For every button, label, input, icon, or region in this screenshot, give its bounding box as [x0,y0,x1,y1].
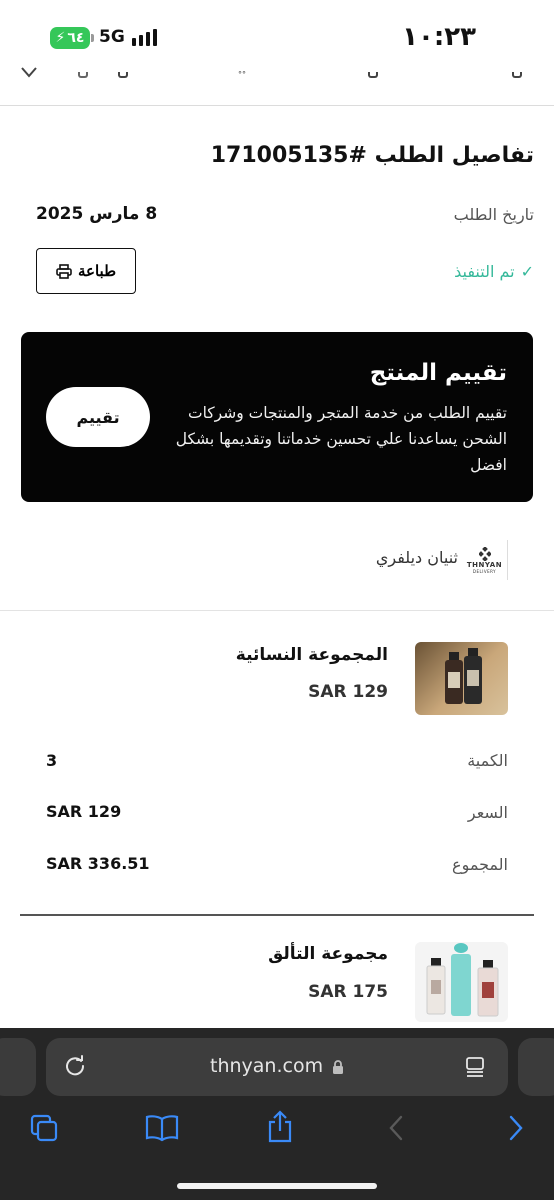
charging-bolt-icon: ⚡ [55,30,66,46]
rating-description: تقييم الطلب من خدمة المتجر والمنتجات وشر… [175,404,507,474]
forward-icon[interactable] [506,1113,526,1143]
perfume-bottles-image [426,943,499,1017]
tabs-icon[interactable] [29,1113,59,1143]
print-button[interactable]: طباعة [36,248,136,294]
product-price: SAR 175 [308,982,388,1002]
nav-fragment [78,72,88,78]
lock-icon [333,1060,343,1074]
rate-button[interactable]: تقييم [46,387,150,447]
product-name[interactable]: مجموعة التألق [268,944,388,964]
order-status: ✓ تم التنفيذ [454,262,534,281]
divider [20,914,534,916]
battery-tip [91,34,94,42]
printer-icon [56,263,72,279]
order-date-label: تاريخ الطلب [453,205,534,224]
total-value: SAR 336.51 [46,854,150,873]
network-type: 5G [99,27,125,47]
rating-card: تقييم المنتج تقييم الطلب من خدمة المتجر … [21,332,533,502]
product-name[interactable]: المجموعة النسائية [236,645,388,665]
store-name[interactable]: ثنيان ديلفري [376,548,458,567]
product-price: SAR 129 [308,682,388,702]
divider [0,610,554,611]
dots-icon: °° [238,70,246,79]
store-logo: THNYAN DELIVERY [462,540,508,580]
rating-title: تقييم المنتج [369,360,507,386]
page-title: تفاصيل الطلب #171005135 [210,143,534,168]
logo-emblem-icon [478,546,491,561]
reader-mode-icon[interactable] [464,1056,486,1078]
nav-fragment [368,72,378,78]
url-text[interactable]: thnyan.com [210,1055,323,1077]
check-icon: ✓ [520,262,534,281]
nav-fragment [512,72,522,78]
perfume-bottles-image [445,648,482,704]
scrolled-nav-bar: °° [0,62,554,106]
nav-fragment [118,72,128,78]
status-time: ١٠:٢٣ [402,22,476,52]
print-button-label: طباعة [77,263,117,280]
order-date-value: 8 مارس 2025 [36,204,158,224]
battery-level: ٦٤ [67,30,85,46]
next-tab[interactable] [518,1038,554,1096]
back-icon[interactable] [386,1113,406,1143]
order-status-label: تم التنفيذ [454,262,515,281]
quantity-label: الكمية [467,751,508,770]
store-logo-subtext: DELIVERY [472,568,497,574]
signal-bars-icon [132,29,157,46]
reload-icon[interactable] [64,1055,86,1077]
price-label: السعر [467,803,508,822]
home-indicator[interactable] [177,1183,377,1189]
star-icon[interactable] [20,66,38,78]
price-value: SAR 129 [46,802,122,821]
quantity-value: 3 [46,751,58,770]
previous-tab[interactable] [0,1038,36,1096]
bookmarks-icon[interactable] [145,1113,179,1143]
share-icon[interactable] [266,1110,294,1144]
total-label: المجموع [452,855,508,874]
battery-indicator: ⚡ ٦٤ [50,27,90,49]
store-logo-text: THNYAN [466,560,503,569]
product-image[interactable] [415,642,508,715]
product-image[interactable] [415,942,508,1022]
